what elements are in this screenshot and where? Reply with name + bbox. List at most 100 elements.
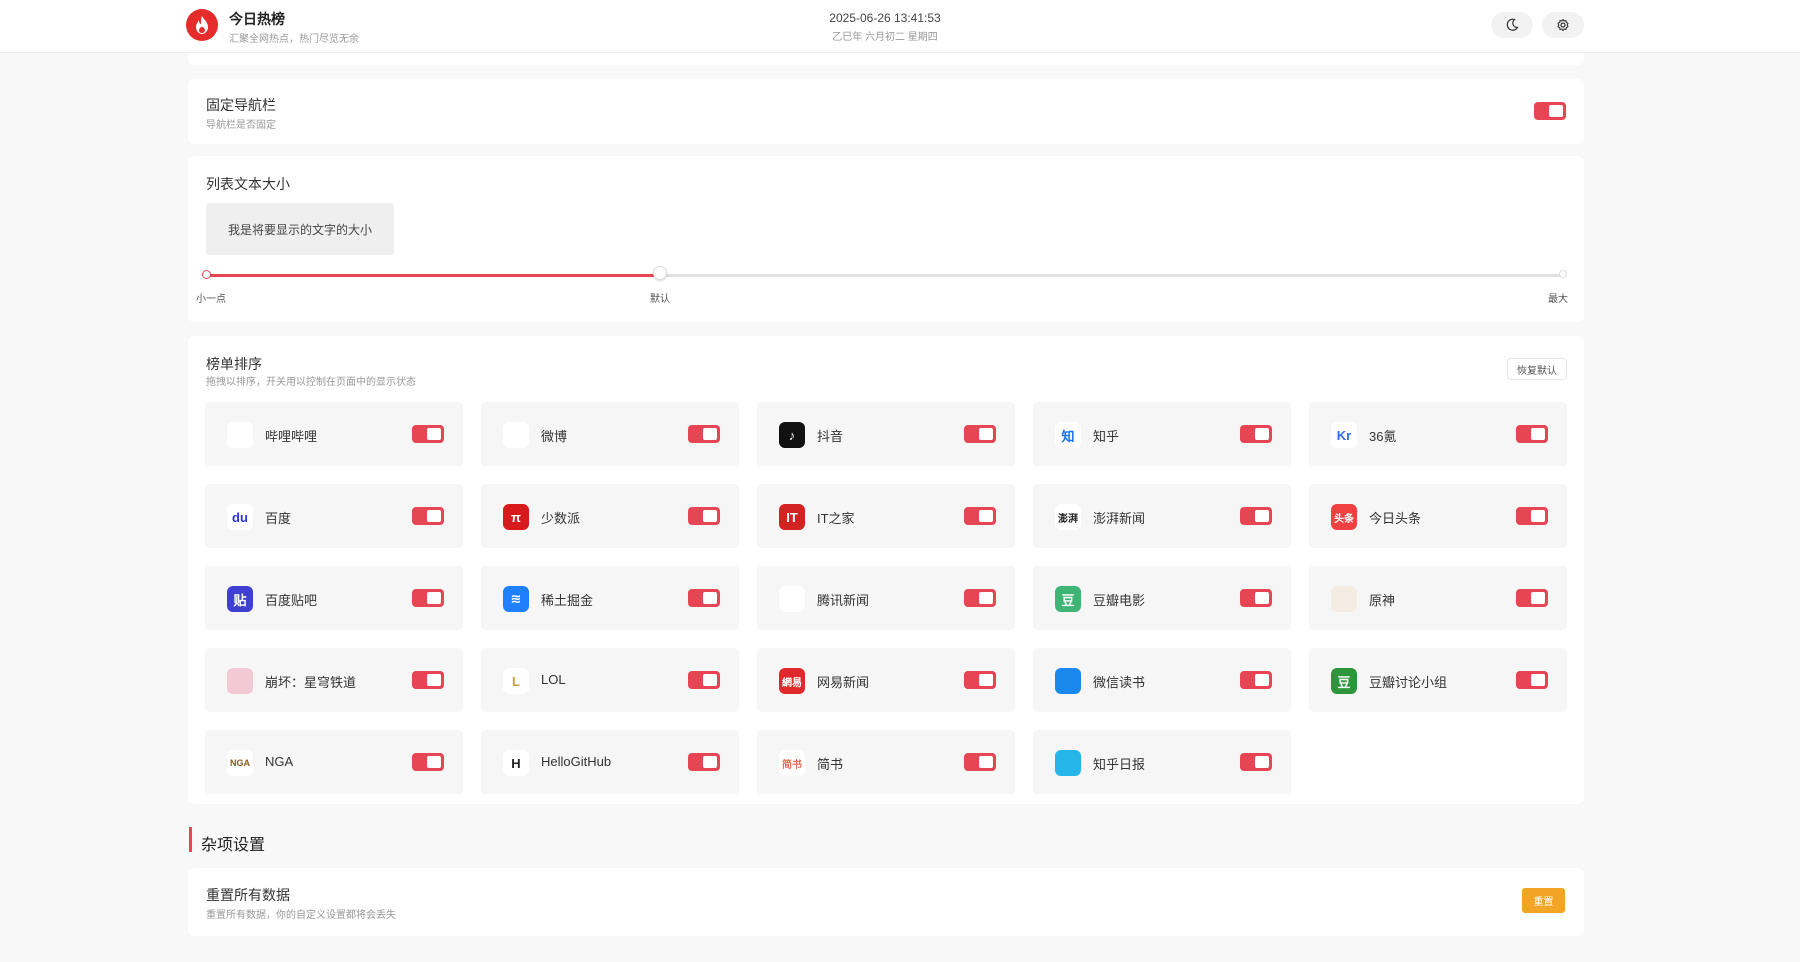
list-item-label: HelloGitHub: [541, 754, 612, 769]
fixed-nav-toggle[interactable]: [1534, 102, 1566, 120]
list-item[interactable]: 崩坏：星穹铁道: [205, 648, 463, 712]
toutiao-icon: 头条: [1331, 504, 1357, 530]
thepaper-icon: 澎湃: [1055, 504, 1081, 530]
list-item[interactable]: 豆豆瓣电影: [1033, 566, 1291, 630]
tieba-icon: 贴: [227, 586, 253, 612]
flame-logo-icon[interactable]: [186, 9, 218, 41]
list-item-label: IT之家: [817, 511, 855, 526]
list-item[interactable]: 微博: [481, 402, 739, 466]
reset-data-card: 重置所有数据 重置所有数据，你的自定义设置都将会丢失 重置: [188, 868, 1584, 936]
visibility-toggle[interactable]: [412, 507, 444, 525]
list-item[interactable]: 知乎日报: [1033, 730, 1291, 794]
list-item[interactable]: 網易 网易新闻: [757, 648, 1015, 712]
list-item[interactable]: 头条 今日头条: [1309, 484, 1567, 548]
font-size-slider-handle[interactable]: [652, 266, 667, 280]
settings-button[interactable]: [1542, 12, 1584, 38]
list-item-label: 澎湃新闻: [1093, 511, 1146, 526]
douyin-icon: ♪: [779, 422, 805, 448]
visibility-toggle[interactable]: [688, 425, 720, 443]
list-item[interactable]: IT IT之家: [757, 484, 1015, 548]
visibility-toggle[interactable]: [1516, 425, 1548, 443]
list-item-label: 简书: [817, 757, 844, 772]
slider-stop-min[interactable]: [202, 270, 211, 279]
visibility-toggle[interactable]: [412, 753, 444, 771]
reset-data-desc: 重置所有数据，你的自定义设置都将会丢失: [206, 910, 396, 921]
visibility-toggle[interactable]: [688, 589, 720, 607]
visibility-toggle[interactable]: [964, 425, 996, 443]
moon-icon: [1506, 18, 1519, 31]
list-item[interactable]: 知知乎: [1033, 402, 1291, 466]
list-item-label: 豆瓣讨论小组: [1369, 675, 1448, 690]
reset-button[interactable]: 重置: [1522, 888, 1565, 913]
jianshu-icon: 简书: [779, 750, 805, 776]
list-item-label: 知乎: [1093, 429, 1120, 444]
visibility-toggle[interactable]: [1240, 507, 1272, 525]
fixed-nav-card: 固定导航栏 导航栏是否固定: [188, 79, 1584, 144]
list-item-label: NGA: [265, 754, 294, 769]
list-item[interactable]: 哔哩哔哩: [205, 402, 463, 466]
36kr-icon: Kr: [1331, 422, 1357, 448]
list-item-label: 豆瓣电影: [1093, 593, 1146, 608]
zhihu-daily-icon: [1055, 750, 1081, 776]
hellogithub-icon: H: [503, 750, 529, 776]
list-item[interactable]: 微信读书: [1033, 648, 1291, 712]
list-item[interactable]: H HelloGitHub: [481, 730, 739, 794]
visibility-toggle[interactable]: [412, 425, 444, 443]
list-item[interactable]: Kr 36氪: [1309, 402, 1567, 466]
visibility-toggle[interactable]: [1240, 671, 1272, 689]
visibility-toggle[interactable]: [412, 589, 444, 607]
lol-icon: L: [503, 668, 529, 694]
list-item[interactable]: 贴百度贴吧: [205, 566, 463, 630]
list-item[interactable]: 腾讯新闻: [757, 566, 1015, 630]
section-accent-bar: [189, 827, 192, 852]
visibility-toggle[interactable]: [964, 507, 996, 525]
visibility-toggle[interactable]: [964, 753, 996, 771]
fixed-nav-desc: 导航栏是否固定: [206, 120, 276, 131]
list-item[interactable]: du 百度: [205, 484, 463, 548]
gear-icon: [1557, 18, 1569, 32]
list-item[interactable]: 豆豆瓣讨论小组: [1309, 648, 1567, 712]
slider-label-default: 默认: [650, 294, 670, 305]
visibility-toggle[interactable]: [1240, 589, 1272, 607]
weibo-icon: [503, 422, 529, 448]
visibility-toggle[interactable]: [412, 671, 444, 689]
font-size-title: 列表文本大小: [206, 176, 290, 192]
list-item-label: 抖音: [817, 429, 844, 444]
app-title[interactable]: 今日热榜: [229, 9, 285, 29]
visibility-toggle[interactable]: [1240, 425, 1272, 443]
font-size-slider-fill: [206, 274, 659, 277]
list-item[interactable]: ≋ 稀土掘金: [481, 566, 739, 630]
list-item-label: 百度贴吧: [265, 593, 318, 608]
list-item[interactable]: 简书 简书: [757, 730, 1015, 794]
restore-default-button[interactable]: 恢复默认: [1507, 358, 1567, 380]
list-item[interactable]: 原神: [1309, 566, 1567, 630]
theme-toggle-button[interactable]: [1491, 12, 1533, 38]
list-item-label: 原神: [1369, 593, 1396, 608]
list-item-label: 腾讯新闻: [817, 593, 870, 608]
list-item[interactable]: 澎湃 澎湃新闻: [1033, 484, 1291, 548]
visibility-toggle[interactable]: [688, 507, 720, 525]
visibility-toggle[interactable]: [1516, 507, 1548, 525]
slider-stop-max[interactable]: [1559, 270, 1567, 278]
font-size-card: 列表文本大小 我是将要显示的文字的大小 小一点 默认 最大: [188, 156, 1584, 322]
list-item[interactable]: L LOL: [481, 648, 739, 712]
sort-desc: 拖拽以排序，开关用以控制在页面中的显示状态: [206, 377, 416, 388]
visibility-toggle[interactable]: [1240, 753, 1272, 771]
font-size-slider-track[interactable]: [206, 274, 1566, 277]
visibility-toggle[interactable]: [1516, 589, 1548, 607]
app-subtitle: 汇聚全网热点，热门尽览无余: [229, 34, 359, 45]
list-item[interactable]: NGA NGA: [205, 730, 463, 794]
visibility-toggle[interactable]: [688, 753, 720, 771]
visibility-toggle[interactable]: [964, 671, 996, 689]
bilibili-icon: [227, 422, 253, 448]
list-item-label: 微博: [541, 429, 568, 444]
list-item-label: 稀土掘金: [541, 593, 594, 608]
juejin-icon: ≋: [503, 586, 529, 612]
visibility-toggle[interactable]: [688, 671, 720, 689]
zhihu-icon: 知: [1055, 422, 1081, 448]
list-item[interactable]: ♪ 抖音: [757, 402, 1015, 466]
visibility-toggle[interactable]: [964, 589, 996, 607]
visibility-toggle[interactable]: [1516, 671, 1548, 689]
list-item[interactable]: π 少数派: [481, 484, 739, 548]
misc-section-title: 杂项设置: [201, 837, 266, 854]
